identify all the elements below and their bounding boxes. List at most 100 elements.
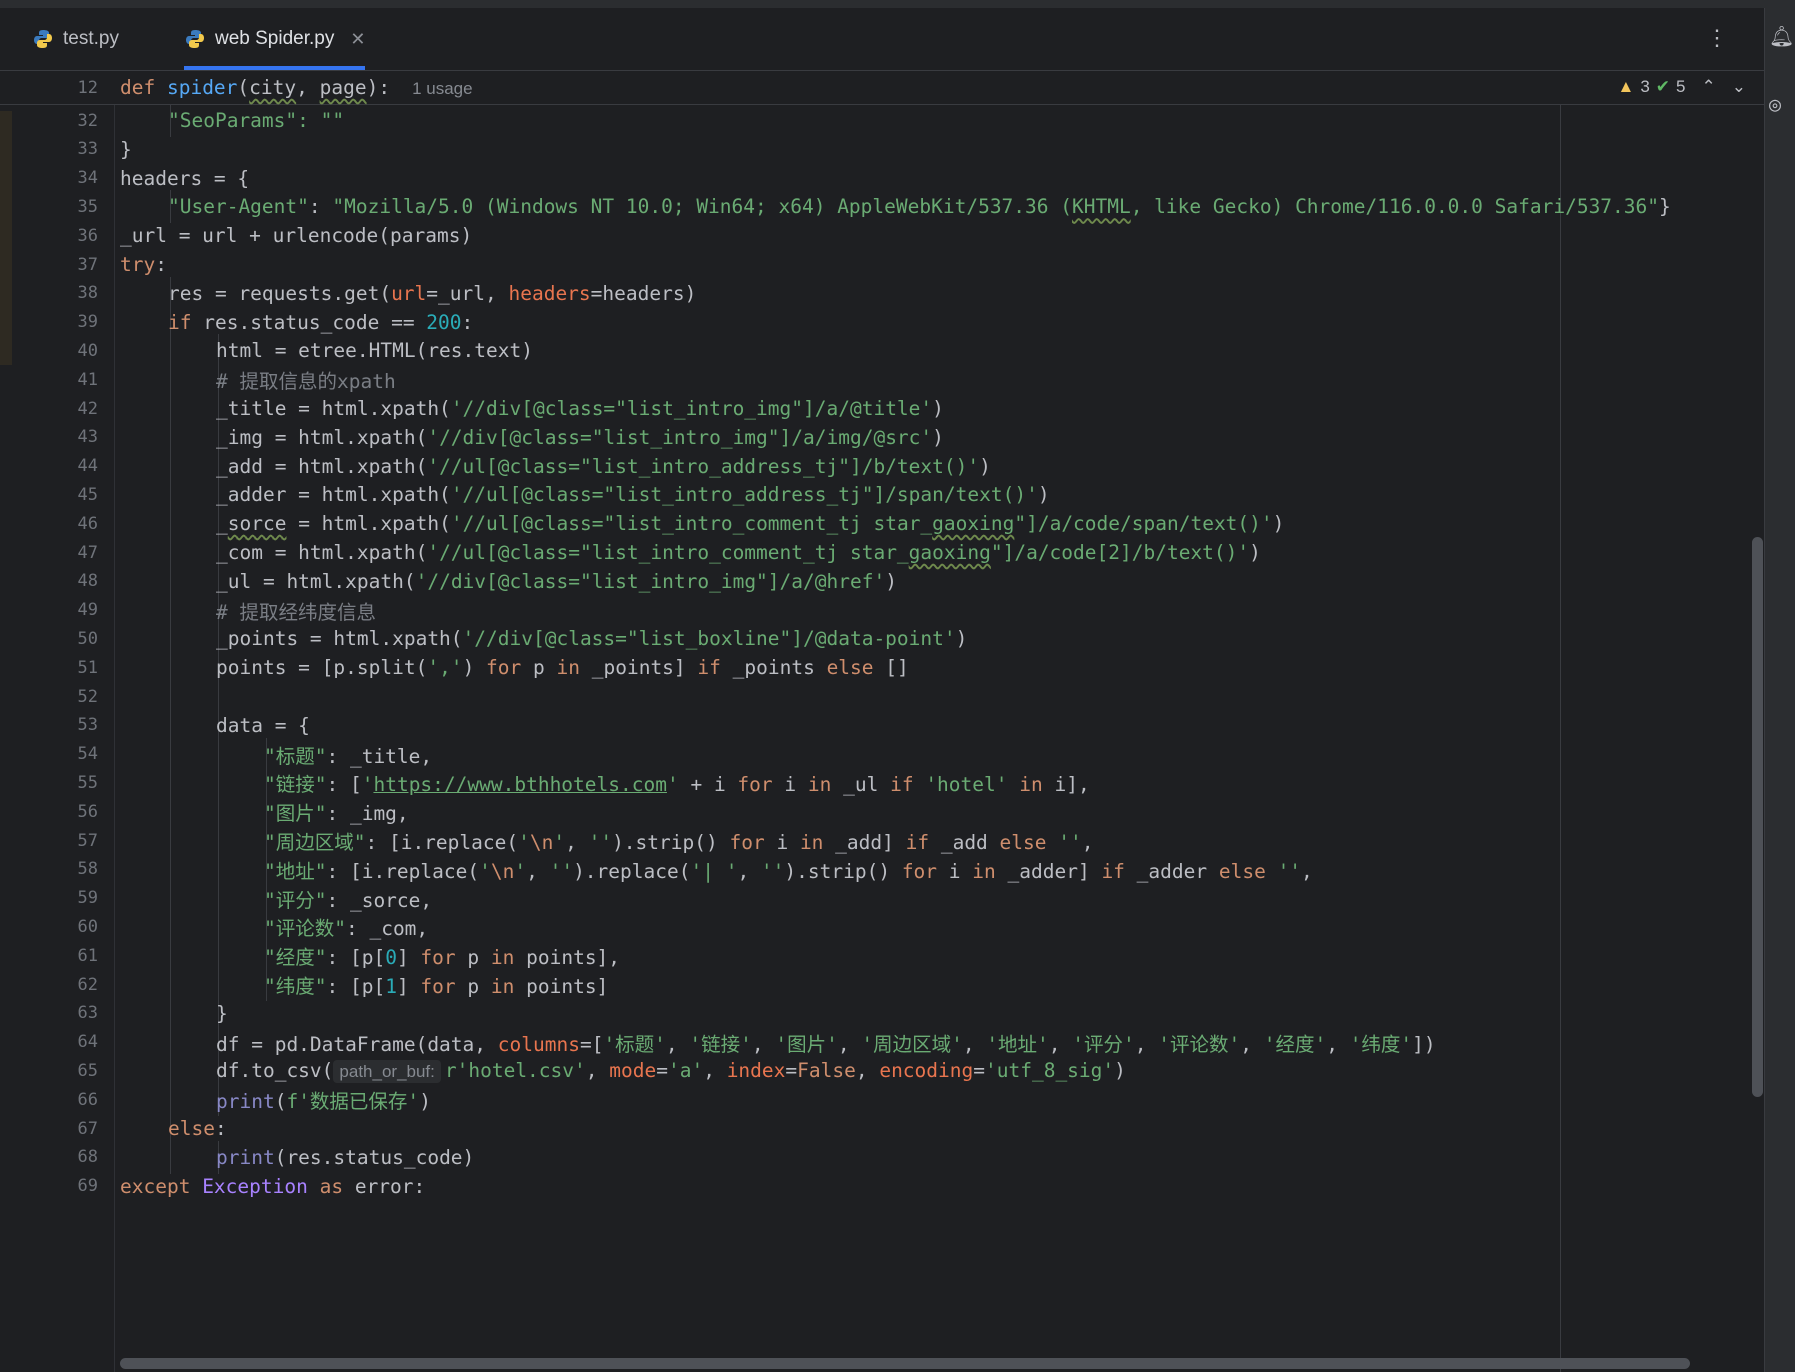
code-text: "周边区域": [i.replace('\n', '').strip() for… [264,831,1094,854]
usage-hint[interactable]: 1 usage [412,79,473,98]
line-number: 49 [77,600,98,621]
code-text: "评论数": _com, [264,917,429,941]
code-text: _title = html.xpath('//div[@class="list_… [216,397,944,420]
code-text: df = pd.DataFrame(data, columns=['标题', '… [216,1032,1436,1056]
code-text: "User-Agent": "Mozilla/5.0 (Windows NT 1… [168,195,1671,219]
code-text: _img = html.xpath('//div[@class="list_in… [216,425,944,449]
line-number: 56 [77,801,98,822]
line-number: 63 [77,1003,98,1024]
code-text: print(f'数据已保存') [216,1090,431,1114]
code-text: print(res.status_code) [216,1145,475,1169]
code-text: df.to_csv(path_or_buf: r'hotel.csv', mode… [216,1059,1126,1084]
horizontal-scrollbar[interactable] [120,1358,1690,1369]
close-tab-icon[interactable]: ✕ [350,29,365,50]
line-number: 69 [77,1176,98,1197]
line-number: 44 [77,456,98,477]
line-number: 65 [77,1060,98,1081]
inspection-widget[interactable]: ▲ 3 ✔ 5 ⌃ ⌄ [1617,77,1746,97]
code-editor[interactable]: 12 def spider(city, page): 1 usage ▲ 3 ✔ 5 … [0,71,1764,1372]
line-number: 46 [77,513,98,534]
notifications-icon[interactable]: 🔔︎ [1769,24,1794,48]
line-number: 39 [77,312,98,333]
code-text: "链接": ['https://www.bthhotels.com' + i f… [264,773,1090,797]
line-number: 60 [77,916,98,937]
right-tool-strip: 🔔︎ ◎ [1764,8,1795,1372]
code-text: html = etree.HTML(res.text) [216,339,533,363]
code-text: else: [168,1117,227,1140]
code-text: _add = html.xpath('//ul[@class="list_int… [216,454,991,478]
line-number: 61 [77,945,98,966]
chevron-up-icon[interactable]: ⌃ [1702,77,1716,97]
vertical-scrollbar[interactable] [1752,537,1763,1097]
line-number: 33 [77,139,98,160]
line-number: 68 [77,1147,98,1168]
code-text: _points = html.xpath('//div[@class="list… [216,627,968,651]
line-number: 62 [77,974,98,995]
tab-label: web Spider.py [215,28,335,49]
code-text: if res.status_code == 200: [168,310,474,334]
code-text: "评分": _sorce, [264,888,433,912]
code-text: try: [120,253,167,276]
editor-tab-bar: test.py web Spider.py ✕ ⋮ [0,8,1780,71]
code-text: "纬度": [p[1] for p in points] [264,975,609,998]
line-number: 52 [77,686,98,707]
more-vertical-icon[interactable]: ⋮ [1706,28,1728,50]
line-number: 64 [77,1032,98,1053]
code-text: } [216,1001,228,1025]
code-line[interactable]: 69 except Exception as error: [0,1170,1764,1203]
line-number: 48 [77,571,98,592]
line-number: 32 [77,110,98,131]
code-text: "SeoParams": "" [168,109,345,132]
code-text: # 提取经纬度信息 [216,600,376,624]
line-number: 42 [77,398,98,419]
code-text: "图片": _img, [264,802,409,826]
check-icon: ✔ [1655,77,1671,96]
line-number: 57 [77,830,98,851]
code-text: } [120,137,132,161]
code-text: headers = { [120,166,250,190]
python-icon [34,30,52,48]
code-text: _sorce = html.xpath('//ul[@class="list_i… [216,512,1285,536]
code-text: data = { [216,713,310,737]
code-line: def spider(city, page): 1 usage [120,76,473,99]
warning-icon: ▲ [1617,77,1635,96]
line-number: 58 [77,859,98,880]
code-text: _adder = html.xpath('//ul[@class="list_i… [216,483,1050,507]
line-number: 47 [77,542,98,563]
code-text: except Exception as error: [120,1174,426,1198]
code-text: # 提取信息的xpath [216,370,396,394]
line-number: 36 [77,225,98,246]
code-text: "经度": [p[0] for p in points], [264,946,621,970]
line-number: 67 [77,1118,98,1139]
line-number: 40 [77,340,98,361]
tab-label: test.py [63,28,119,49]
line-number: 41 [77,369,98,390]
code-text: _com = html.xpath('//ul[@class="list_int… [216,541,1261,564]
line-number: 37 [77,254,98,275]
line-number: 35 [77,196,98,217]
code-text: "地址": [i.replace('\n', '').replace('| ',… [264,859,1313,883]
python-icon [186,30,204,48]
line-number: 59 [77,888,98,909]
parameter-hint: path_or_buf: [333,1060,441,1084]
line-number: 55 [77,772,98,793]
code-text: _url = url + urlencode(params) [120,224,473,248]
line-number: 54 [77,744,98,765]
code-text: points = [p.split(',') for p in _points]… [216,656,909,680]
code-text: res = requests.get(url=_url, headers=hea… [168,281,697,305]
line-number: 66 [77,1089,98,1110]
code-text: _ul = html.xpath('//div[@class="list_int… [216,569,897,593]
line-number: 50 [77,628,98,649]
line-number: 51 [77,657,98,678]
tab-web-spider-py[interactable]: web Spider.py ✕ [184,8,366,70]
line-number: 12 [77,77,98,98]
line-number: 34 [77,168,98,189]
line-number: 53 [77,715,98,736]
sticky-scope-header[interactable]: 12 def spider(city, page): 1 usage ▲ 3 ✔ 5 … [0,71,1764,105]
ai-assistant-icon[interactable]: ◎ [1769,92,1781,116]
line-number: 45 [77,484,98,505]
code-text: "标题": _title, [264,744,433,768]
window-top-strip [0,0,1795,8]
chevron-down-icon[interactable]: ⌄ [1732,77,1746,97]
tab-test-py[interactable]: test.py [32,8,119,70]
